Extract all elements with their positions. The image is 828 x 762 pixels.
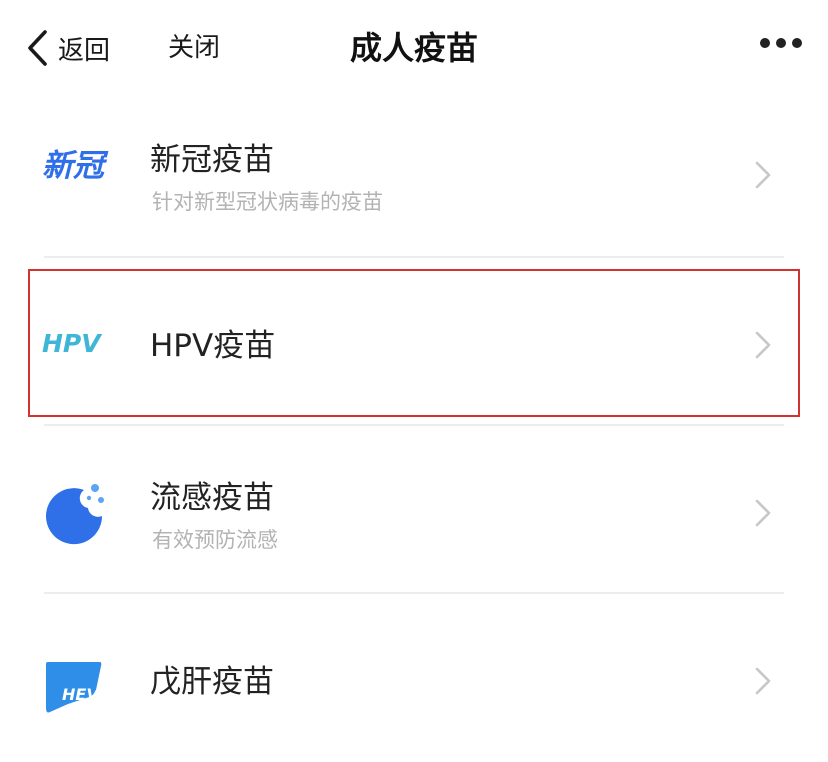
list-item-flu-vaccine[interactable]: 流感疫苗 有效预防流感 [0, 426, 828, 594]
list-item-covid-vaccine[interactable]: 新冠 新冠疫苗 针对新型冠状病毒的疫苗 [0, 90, 828, 258]
item-description: 针对新型冠状病毒的疫苗 [152, 190, 383, 214]
covid-logo-icon: 新冠 [42, 148, 109, 184]
svg-text:HPV: HPV [42, 329, 102, 358]
nav-bar: 返回 关闭 成人疫苗 [0, 0, 828, 96]
vaccine-list: 新冠 新冠疫苗 针对新型冠状病毒的疫苗 HPV HPV疫苗 流感疫苗 有效预防流… [0, 90, 828, 762]
hpv-logo-icon: HPV [42, 329, 102, 358]
chevron-right-icon [755, 667, 771, 695]
more-button[interactable] [760, 38, 802, 48]
page-title: 成人疫苗 [349, 29, 478, 67]
more-dot-icon [776, 38, 786, 48]
chevron-right-icon [755, 499, 771, 527]
svg-text:新冠: 新冠 [42, 148, 109, 184]
item-description: 有效预防流感 [152, 528, 278, 552]
item-name: 戊肝疫苗 [150, 664, 274, 700]
svg-text:HEV: HEV [62, 685, 100, 704]
chevron-right-icon [755, 161, 771, 189]
item-name: 流感疫苗 [150, 480, 274, 516]
list-item-hev-vaccine[interactable]: HEV 戊肝疫苗 [0, 594, 828, 762]
item-name: HPV疫苗 [150, 328, 276, 364]
hev-liver-icon: HEV [46, 662, 102, 713]
item-name: 新冠疫苗 [150, 142, 274, 178]
list-item-hpv-vaccine[interactable]: HPV HPV疫苗 [0, 258, 828, 426]
more-dot-icon [760, 38, 770, 48]
divider [44, 256, 784, 258]
divider [44, 424, 784, 426]
divider [44, 592, 784, 594]
flu-icon [46, 484, 104, 545]
more-dot-icon [792, 38, 802, 48]
chevron-right-icon [755, 331, 771, 359]
